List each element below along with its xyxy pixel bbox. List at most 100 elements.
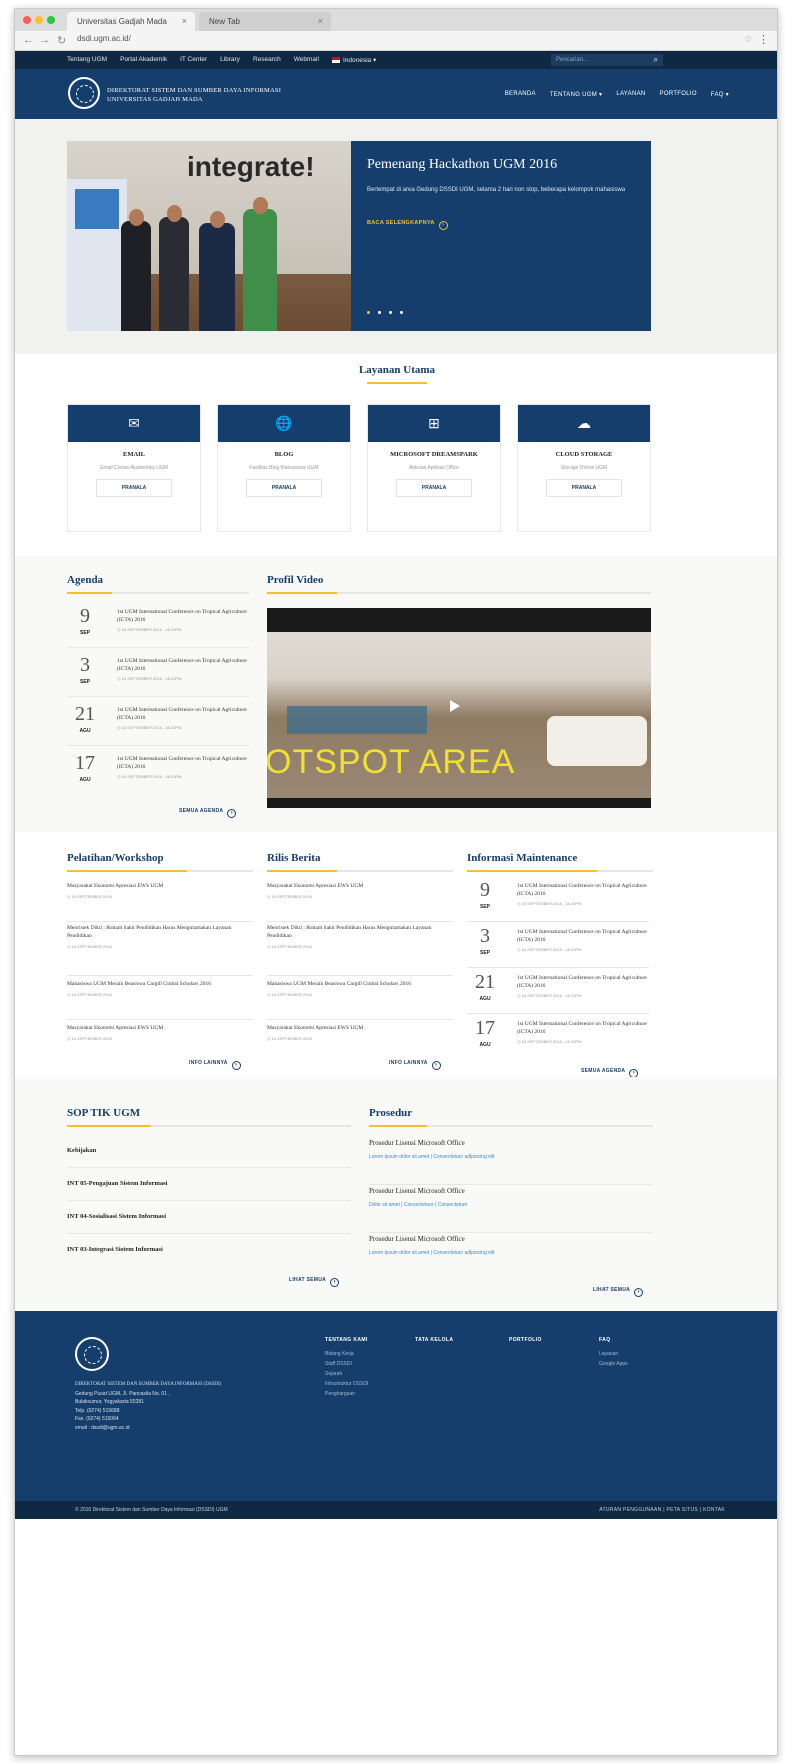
forward-arrow-icon[interactable]: → — [39, 34, 50, 46]
toplink-webmail[interactable]: Webmail — [294, 56, 319, 64]
agenda-item[interactable]: 3 SEP 1st UGM International Conference o… — [67, 653, 249, 697]
footer-link[interactable]: Penghargaan — [325, 1389, 368, 1399]
footer-col-title: FAQ — [599, 1337, 611, 1343]
footer-bottom-links[interactable]: ATURAN PENGGUNAAN | PETA SITUS | KONTAK — [599, 1507, 725, 1513]
procedure-links[interactable]: Lorem ipsum dolor sit amet | Consectetue… — [369, 1154, 653, 1160]
footer-col-title[interactable]: TATA KELOLA — [415, 1335, 453, 1345]
maintenance-item[interactable]: 17 AGU 1st UGM International Conference … — [467, 1016, 649, 1060]
toplink-research[interactable]: Research — [253, 56, 281, 64]
cloud-icon: ☁ — [518, 405, 650, 442]
pranala-button[interactable]: PRANALA — [396, 479, 472, 497]
hero-photo[interactable]: integrate! — [67, 141, 351, 331]
footer-col-title[interactable]: PORTFOLIO — [509, 1335, 542, 1345]
footer-org-name: DIREKTORAT SISTEM DAN SUMBER DAYA INFORM… — [75, 1382, 222, 1387]
sop-item[interactable]: INT 03-Integrasi Sistem Informasi — [67, 1236, 351, 1267]
reload-icon[interactable]: ↻ — [57, 34, 66, 47]
maintenance-item[interactable]: 3 SEP 1st UGM International Conference o… — [467, 924, 649, 968]
news-item[interactable]: Masyarakat Ekonomi Apresiasi EWS UGM ◷ 1… — [267, 1024, 453, 1064]
procedure-links[interactable]: Lorem ipsum dolor sit amet | Consectetue… — [369, 1250, 653, 1256]
back-arrow-icon[interactable]: ← — [23, 34, 34, 46]
footer-link[interactable]: Sejarah — [325, 1369, 368, 1379]
nav-faq[interactable]: FAQ ▾ — [711, 91, 729, 98]
event-date-text: 16 SEPTEMBER 2016 - 16.20PM — [121, 676, 182, 681]
news-item[interactable]: Mahasiswa UGM Meraih Beasiswa Cargill Gl… — [67, 980, 253, 1020]
read-more-link[interactable]: BACA SELENGKAPNYA › — [367, 220, 448, 230]
training-more-link[interactable]: INFO LAINNYA › — [189, 1060, 241, 1070]
slider-dot-1[interactable] — [367, 311, 370, 314]
maximize-window-dot[interactable] — [47, 16, 55, 24]
hero-title[interactable]: Pemenang Hackathon UGM 2016 — [367, 157, 557, 173]
agenda-item[interactable]: 9 SEP 1st UGM International Conference o… — [67, 604, 249, 648]
toplink-tentang-ugm[interactable]: Tentang UGM — [67, 56, 107, 64]
news-item[interactable]: Menristek Dikti : Rumah Sakit Pendidikan… — [67, 924, 253, 976]
language-selector[interactable]: Indonesia ▾ — [331, 56, 376, 64]
procedure-item[interactable]: Prosedur Lisensi Microsoft Office Lorem … — [369, 1235, 653, 1281]
url-field[interactable]: dsdi.ugm.ac.id/ — [77, 34, 131, 43]
profile-video-player[interactable]: OTSPOT AREA — [267, 608, 651, 808]
browser-tab-active[interactable]: Universitas Gadjah Mada × — [67, 12, 195, 31]
footer-link[interactable]: Infrastruktur DSSDI — [325, 1379, 368, 1389]
browser-menu-icon[interactable]: ⋮ — [758, 33, 769, 46]
news-item[interactable]: Masyarakat Ekonomi Apresiasi EWS UGM ◷ 1… — [67, 1024, 253, 1064]
footer-link[interactable]: Google Apps — [599, 1359, 628, 1369]
toplink-it-center[interactable]: IT Center — [180, 56, 207, 64]
close-window-dot[interactable] — [23, 16, 31, 24]
pranala-button[interactable]: PRANALA — [246, 479, 322, 497]
nav-beranda[interactable]: BERANDA — [505, 91, 536, 98]
procedure-item[interactable]: Prosedur Lisensi Microsoft Office Dolor … — [369, 1187, 653, 1233]
integrate-banner-text: integrate! — [187, 151, 315, 182]
news-item[interactable]: Masyarakat Ekonomi Apresiasi EWS UGM ◷ 1… — [267, 882, 453, 922]
footer-link[interactable]: Staff DSSDI — [325, 1359, 368, 1369]
procedure-more-link[interactable]: LIHAT SEMUA › — [593, 1287, 644, 1297]
minimize-window-dot[interactable] — [35, 16, 43, 24]
search-icon[interactable]: ⌕ — [654, 55, 658, 65]
sop-item[interactable]: INT 04-Sosialisasi Sistem Informasi — [67, 1203, 351, 1234]
brand-line-1: DIREKTORAT SISTEM DAN SUMBER DAYA INFORM… — [107, 87, 282, 94]
press-more-link[interactable]: INFO LAINNYA › — [389, 1060, 441, 1070]
person-head — [253, 197, 268, 214]
agenda-item[interactable]: 17 AGU 1st UGM International Conference … — [67, 751, 249, 795]
all-agenda-link[interactable]: SEMUA AGENDA › — [179, 808, 237, 818]
nav-portfolio[interactable]: PORTFOLIO — [660, 91, 697, 98]
nav-layanan[interactable]: LAYANAN — [616, 91, 645, 98]
sop-item[interactable]: Kebijakan — [67, 1137, 351, 1168]
pranala-button[interactable]: PRANALA — [546, 479, 622, 497]
brand-line-2: UNIVERSITAS GADJAH MADA — [107, 96, 203, 103]
brand-name[interactable]: DIREKTORAT SISTEM DAN SUMBER DAYA INFORM… — [107, 86, 281, 104]
maintenance-item[interactable]: 21 AGU 1st UGM International Conference … — [467, 970, 649, 1014]
toplink-portal-akademik[interactable]: Portal Akademik — [120, 56, 167, 64]
agenda-item[interactable]: 21 AGU 1st UGM International Conference … — [67, 702, 249, 746]
nav-tentang-ugm[interactable]: TENTANG UGM ▾ — [550, 91, 602, 98]
event-day: 9 — [480, 879, 490, 901]
arrow-circle-icon: › — [438, 221, 448, 230]
slider-dot-4[interactable] — [400, 311, 403, 314]
bookmark-star-icon[interactable]: ☆ — [744, 34, 753, 45]
news-item[interactable]: Masyarakat Ekonomi Apresiasi EWS UGM ◷ 1… — [67, 882, 253, 922]
procedure-links[interactable]: Dolor sit amet | Consectetuer | Consecte… — [369, 1202, 653, 1208]
news-item[interactable]: Mahasiswa UGM Meraih Beasiswa Cargill Gl… — [267, 980, 453, 1020]
pranala-button[interactable]: PRANALA — [96, 479, 172, 497]
search-input[interactable]: Pencarian... ⌕ — [551, 54, 663, 66]
footer-link[interactable]: Bidang Kerja — [325, 1349, 368, 1359]
maintenance-item[interactable]: 9 SEP 1st UGM International Conference o… — [467, 878, 649, 922]
ugm-logo[interactable] — [68, 77, 100, 109]
event-month: SEP — [479, 950, 490, 956]
person — [243, 209, 277, 331]
toplink-library[interactable]: Library — [220, 56, 240, 64]
close-tab-icon[interactable]: × — [182, 16, 187, 26]
event-month: SEP — [79, 630, 90, 636]
event-month: SEP — [79, 679, 90, 685]
slider-dot-2[interactable] — [378, 311, 381, 314]
sop-more-link[interactable]: LIHAT SEMUA › — [289, 1277, 340, 1287]
slider-dots — [367, 311, 403, 314]
browser-tab-new[interactable]: New Tab × — [199, 12, 331, 31]
procedure-item[interactable]: Prosedur Lisensi Microsoft Office Lorem … — [369, 1139, 653, 1185]
sop-item[interactable]: INT 05-Pengajuan Sistem Informasi — [67, 1170, 351, 1201]
news-item[interactable]: Menristek Dikti : Rumah Sakit Pendidikan… — [267, 924, 453, 976]
play-icon[interactable] — [450, 700, 460, 712]
event-date: ◷ 16 SEPTEMBER 2016 - 16.20PM — [517, 901, 582, 906]
footer-email[interactable]: email : dssdi@ugm.ac.id — [75, 1424, 221, 1433]
footer-link[interactable]: Layanan — [599, 1349, 628, 1359]
close-tab-icon[interactable]: × — [318, 16, 323, 26]
slider-dot-3[interactable] — [389, 311, 392, 314]
